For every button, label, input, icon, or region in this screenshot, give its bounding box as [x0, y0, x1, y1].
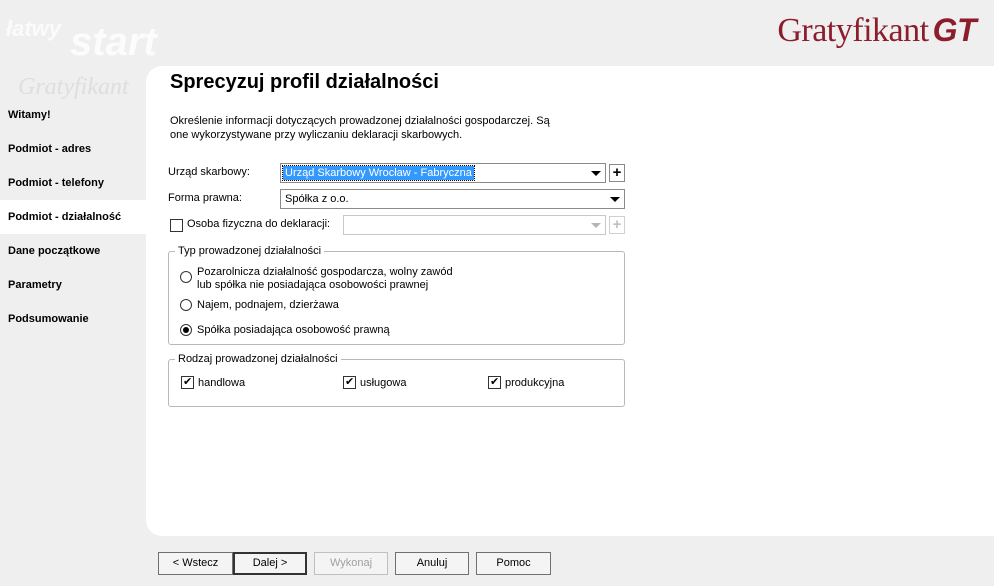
osoba-combobox[interactable] [343, 215, 606, 235]
forma-row: Forma prawna: Spółka z o.o. [168, 189, 628, 209]
radio-spolka-osobowosc[interactable] [180, 324, 192, 336]
radio-najem[interactable] [180, 299, 192, 311]
osoba-checkbox[interactable] [170, 219, 183, 232]
sidebar-item-podsumowanie[interactable]: Podsumowanie [0, 302, 146, 336]
handlowa-label: handlowa [198, 377, 246, 389]
sidebar-item-podmiot-dzialalnosc[interactable]: Podmiot - działalność [0, 200, 146, 234]
add-urzad-button[interactable]: + [609, 164, 625, 182]
execute-button[interactable]: Wykonaj [314, 552, 388, 575]
sidebar-item-dane-poczatkowe[interactable]: Dane początkowe [0, 234, 146, 268]
sidebar-item-podmiot-telefony[interactable]: Podmiot - telefony [0, 166, 146, 200]
add-osoba-button[interactable]: + [609, 216, 625, 234]
checkbox-uslugowa[interactable] [343, 374, 356, 390]
option-pozarolnicza-line2: lub spółka nie posiadająca osobowości pr… [197, 279, 429, 291]
sidebar-item-witamy[interactable]: Witamy! [0, 98, 146, 132]
typ-group-legend: Typ prowadzonej działalności [178, 245, 322, 257]
logo-gt-mark: GT [932, 12, 977, 48]
cancel-button[interactable]: Anuluj [395, 552, 469, 575]
osoba-label: Osoba fizyczna do deklaracji: [187, 218, 331, 230]
logo-text: Gratyfikant [777, 12, 929, 49]
urzad-label: Urząd skarbowy: [168, 166, 250, 178]
chevron-down-icon[interactable] [606, 190, 624, 208]
option-pozarolnicza-line1: Pozarolnicza działalność gospodarcza, wo… [197, 266, 453, 278]
easy-start-banner: łatwy start Gratyfikant [0, 0, 160, 105]
osoba-row: Osoba fizyczna do deklaracji: + [168, 215, 628, 235]
checkbox-produkcyjna[interactable] [488, 374, 501, 390]
wizard-steps-sidebar: Witamy! Podmiot - adres Podmiot - telefo… [0, 98, 146, 336]
rodzaj-group-legend: Rodzaj prowadzonej działalności [178, 353, 338, 365]
checkbox-handlowa[interactable] [181, 374, 194, 390]
forma-combobox[interactable]: Spółka z o.o. [280, 189, 625, 209]
radio-pozarolnicza[interactable] [180, 271, 192, 283]
sidebar-item-parametry[interactable]: Parametry [0, 268, 146, 302]
header: łatwy start Gratyfikant Gratyfikant GT [0, 0, 994, 100]
banner-text-start: start [70, 20, 157, 64]
osoba-value [346, 218, 350, 232]
gratyfikant-logo: Gratyfikant GT [777, 12, 976, 50]
urzad-value: Urząd Skarbowy Wrocław - Fabryczna [282, 165, 475, 181]
sidebar-item-podmiot-adres[interactable]: Podmiot - adres [0, 132, 146, 166]
page-description: Określenie informacji dotyczących prowad… [170, 115, 550, 141]
back-button[interactable]: < Wstecz [158, 552, 233, 575]
content-panel: Sprecyzuj profil działalności Określenie… [146, 66, 994, 536]
banner-text-latwy: łatwy [6, 16, 62, 41]
uslugowa-label: usługowa [360, 377, 407, 389]
urzad-combobox[interactable]: Urząd Skarbowy Wrocław - Fabryczna [280, 163, 606, 183]
chevron-down-icon[interactable] [587, 216, 605, 234]
help-button[interactable]: Pomoc [476, 552, 551, 575]
option-pozarolnicza-label: Pozarolnicza działalność gospodarcza, wo… [197, 266, 453, 292]
produkcyjna-label: produkcyjna [505, 377, 565, 389]
option-najem-label: Najem, podnajem, dzierżawa [197, 299, 339, 311]
next-button[interactable]: Dalej > [233, 552, 307, 575]
chevron-down-icon[interactable] [587, 164, 605, 182]
urzad-row: Urząd skarbowy: Urząd Skarbowy Wrocław -… [168, 163, 628, 183]
page-title: Sprecyzuj profil działalności [170, 71, 439, 93]
forma-label: Forma prawna: [168, 192, 242, 204]
banner-text-gratyfikant: Gratyfikant [18, 74, 129, 100]
option-spolka-label: Spółka posiadająca osobowość prawną [197, 324, 390, 336]
forma-value: Spółka z o.o. [285, 193, 349, 205]
